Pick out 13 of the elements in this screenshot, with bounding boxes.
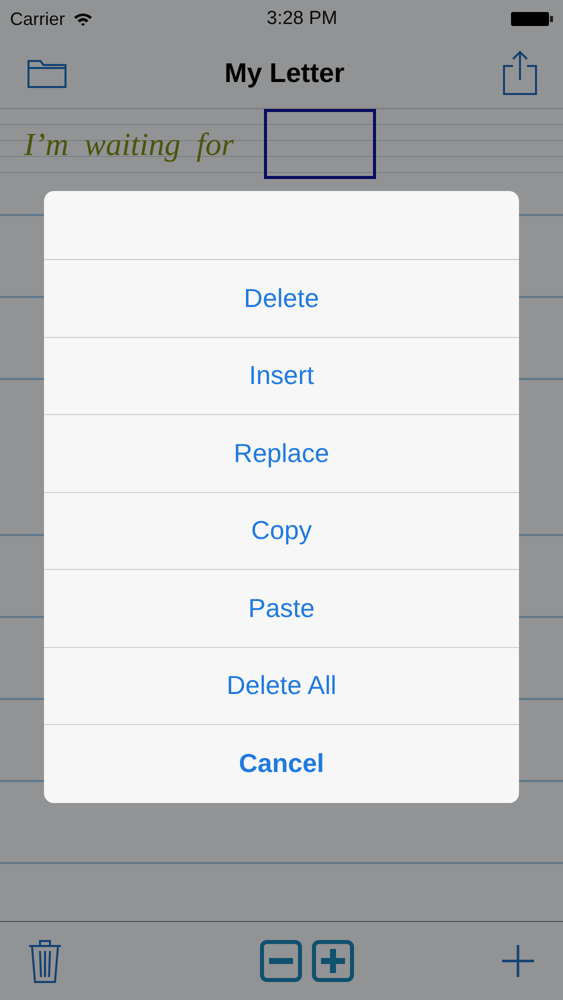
status-time: 3:28 PM (266, 8, 338, 30)
share-icon[interactable] (502, 50, 538, 96)
battery-icon (511, 11, 553, 27)
carrier-name: Carrier (10, 8, 66, 30)
trash-icon[interactable] (28, 938, 62, 984)
zoom-in-icon[interactable] (312, 940, 354, 982)
selection-box[interactable] (264, 109, 376, 179)
folder-icon[interactable] (27, 57, 67, 89)
handwritten-text: I’m waiting for (24, 126, 234, 162)
zoom-out-icon[interactable] (260, 940, 302, 982)
document-title: My Letter (224, 58, 345, 88)
wifi-icon (73, 12, 94, 26)
add-icon[interactable] (501, 944, 535, 978)
